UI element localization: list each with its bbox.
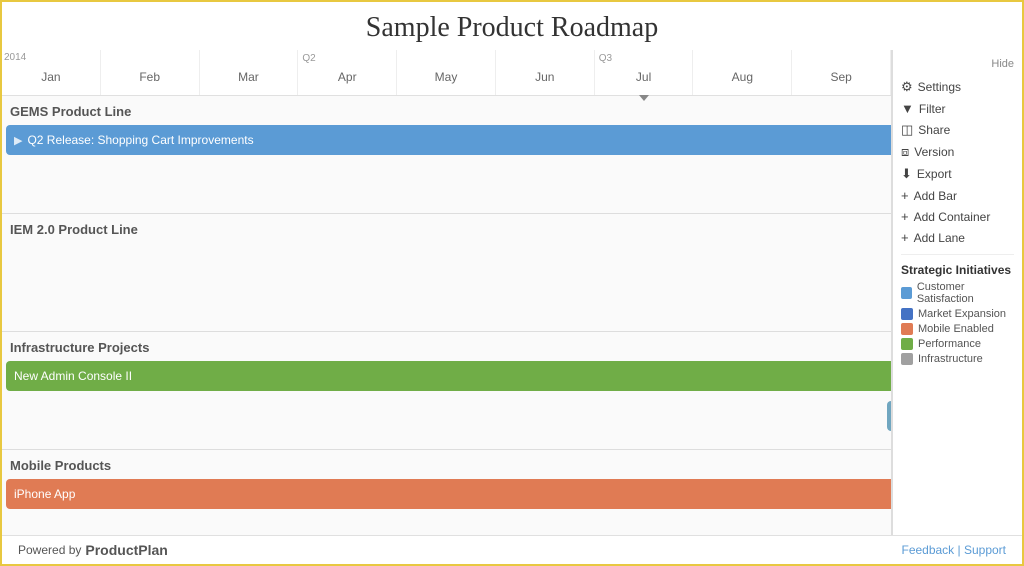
expand-icon: ▶: [14, 134, 22, 147]
month-label-may: May: [397, 50, 496, 95]
lane-header-gems: GEMS Product Line: [6, 104, 887, 119]
right-sidebar: Hide ⚙ Settings ▼ Filter ◫ Share ⧈ Version⬇ Expo…: [892, 50, 1022, 535]
sidebar-icon: ▼: [901, 101, 914, 116]
sidebar-icon: ⚙: [901, 79, 913, 95]
sidebar-item-label: Filter: [919, 102, 946, 116]
sidebar-item-settings[interactable]: ⚙ Settings: [901, 76, 1014, 98]
sidebar-item-label: Add Lane: [914, 231, 965, 245]
lane-rows-iem: ▶UX InitiativesTech support portal versi…: [6, 243, 887, 319]
legend-item: Market Expansion: [901, 308, 1014, 320]
lane-gems: GEMS Product Line ▶ Q2 Release: Shopping C…: [2, 96, 891, 214]
page-title: Sample Product Roadmap: [2, 12, 1022, 44]
bar-item[interactable]: iPhone App: [6, 479, 891, 509]
legend-item: Customer Satisfaction: [901, 281, 1014, 305]
lane-rows-gems: ▶Q2 Release: Shopping Cart ImprovementsM…: [6, 125, 887, 201]
sidebar-icon: +: [901, 209, 909, 224]
legend-color-swatch: [901, 287, 912, 299]
month-label-jun: Jun: [496, 50, 595, 95]
bar-item[interactable]: New Admin Console II: [6, 361, 891, 391]
lane-header-iem: IEM 2.0 Product Line: [6, 222, 887, 237]
sidebar-items: ⚙ Settings ▼ Filter ◫ Share ⧈ Version⬇ Export + Ad…: [901, 76, 1014, 248]
sidebar-item-share[interactable]: ◫ Share: [901, 119, 1014, 141]
sidebar-item-label: Add Bar: [914, 189, 957, 203]
legend-label: Performance: [918, 338, 981, 350]
lane-row: ▶UX InitiativesTech support portal versi…: [6, 243, 887, 279]
lane-rows-infra: New Admin Console IIRails 4.1iOS Reporti…: [6, 361, 887, 437]
sidebar-item-label: Export: [917, 167, 952, 181]
month-label-aug: Aug: [693, 50, 792, 95]
page-header: Sample Product Roadmap: [2, 2, 1022, 50]
legend-color-swatch: [901, 308, 913, 320]
lane-row: Cloud support for PowerLinkMarketing eng…: [6, 401, 887, 437]
months-row: JanFebMarAprMayJunJulAugSep: [2, 50, 891, 96]
footer-links[interactable]: Feedback | Support: [901, 543, 1006, 557]
bar-item[interactable]: ▶ Q2 Release: Shopping Cart Improvements: [6, 125, 891, 155]
bar-label: Q2 Release: Shopping Cart Improvements: [27, 133, 253, 147]
sidebar-item-label: Add Container: [914, 210, 991, 224]
sidebar-item-export[interactable]: ⬇ Export: [901, 163, 1014, 185]
sidebar-icon: +: [901, 188, 909, 203]
legend-label: Mobile Enabled: [918, 323, 994, 335]
sidebar-icon: ⧈: [901, 144, 909, 160]
month-label-apr: Apr: [298, 50, 397, 95]
brand-logo: ProductPlan: [85, 542, 167, 558]
bar-label: New Admin Console II: [14, 369, 132, 383]
lane-infra: Infrastructure Projects New Admin Console…: [2, 332, 891, 450]
lanes-container: GEMS Product Line ▶ Q2 Release: Shopping C…: [2, 96, 891, 535]
sidebar-item-label: Share: [918, 123, 950, 137]
legend-label: Customer Satisfaction: [917, 281, 1014, 305]
lane-rows-mobile: iPhone AppAndroid support Mobile Monitori…: [6, 479, 887, 535]
sidebar-divider: [901, 254, 1014, 255]
lane-header-infra: Infrastructure Projects: [6, 340, 887, 355]
sidebar-item-add-container[interactable]: + Add Container: [901, 206, 1014, 227]
lane-header-mobile: Mobile Products: [6, 458, 887, 473]
month-label-jul: Jul: [595, 50, 694, 95]
lane-mobile: Mobile Products iPhone AppAndroid support…: [2, 450, 891, 535]
legend-label: Infrastructure: [918, 353, 983, 365]
legend-item: Infrastructure: [901, 353, 1014, 365]
lane-row: Mobile Monitoring SolutionWindows Tablet…: [6, 519, 887, 535]
legend-label: Market Expansion: [918, 308, 1006, 320]
bar-label: iPhone App: [14, 487, 75, 501]
month-label-sep: Sep: [792, 50, 891, 95]
sidebar-item-filter[interactable]: ▼ Filter: [901, 98, 1014, 119]
lane-row: ▶Q2 Release: Shopping Cart ImprovementsM…: [6, 125, 887, 161]
month-label-feb: Feb: [101, 50, 200, 95]
legend-item: Mobile Enabled: [901, 323, 1014, 335]
sidebar-icon: ◫: [901, 122, 913, 138]
footer-brand: Powered by ProductPlan: [18, 542, 168, 558]
lane-row: iPhone AppAndroid support: [6, 479, 887, 515]
footer: Powered by ProductPlan Feedback | Suppor…: [2, 535, 1022, 564]
legend-color-swatch: [901, 323, 913, 335]
sidebar-item-label: Version: [914, 145, 954, 159]
legend-items: Customer Satisfaction Market Expansion Mob…: [901, 281, 1014, 365]
sidebar-item-label: Settings: [918, 80, 961, 94]
bar-item[interactable]: Cloud support for PowerLink: [887, 401, 891, 431]
month-label-jan: Jan: [2, 50, 101, 95]
lane-row: Integration with SalesforceHealthcare Po…: [6, 283, 887, 319]
sidebar-item-version[interactable]: ⧈ Version: [901, 141, 1014, 163]
legend-item: Performance: [901, 338, 1014, 350]
lane-row: Enterprise 2.0: [6, 165, 887, 201]
legend-title: Strategic Initiatives: [901, 263, 1014, 277]
sidebar-item-add-lane[interactable]: + Add Lane: [901, 227, 1014, 248]
sidebar-icon: ⬇: [901, 166, 912, 182]
legend-color-swatch: [901, 353, 913, 365]
sidebar-icon: +: [901, 230, 909, 245]
sidebar-item-add-bar[interactable]: + Add Bar: [901, 185, 1014, 206]
lane-row: New Admin Console IIRails 4.1iOS Reporti…: [6, 361, 887, 397]
legend-color-swatch: [901, 338, 913, 350]
month-label-mar: Mar: [200, 50, 299, 95]
lane-iem: IEM 2.0 Product Line ▶UX InitiativesTech …: [2, 214, 891, 332]
timeline-header: 2014 JanFebMarAprMayJunJulAugSep: [2, 50, 891, 96]
hide-button[interactable]: Hide: [901, 58, 1014, 70]
